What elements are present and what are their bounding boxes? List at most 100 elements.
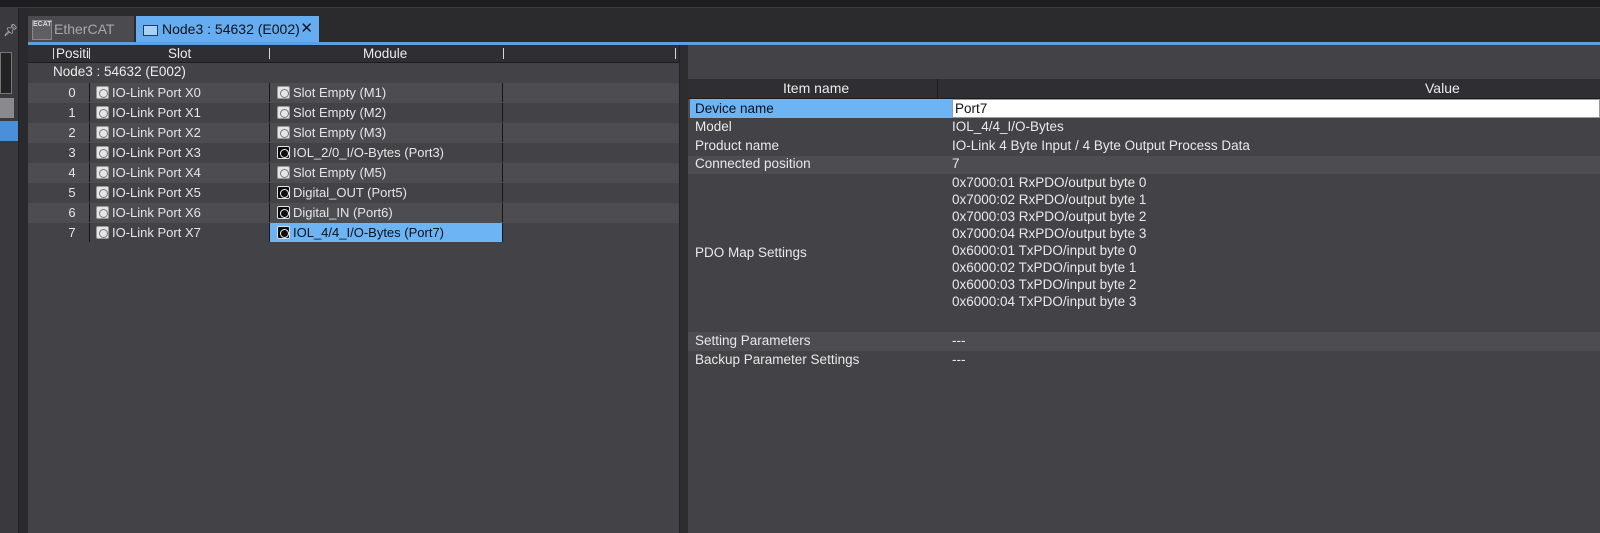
node-label[interactable]: Node3 : 54632 (E002) <box>53 64 186 79</box>
device-name-input[interactable] <box>952 99 1600 118</box>
column-header-slot[interactable]: Slot <box>168 46 191 61</box>
slot-name: IO-Link Port X0 <box>112 85 201 100</box>
side-toolbar: 📌︎ <box>0 8 19 533</box>
pdo-map-entry: 0x6000:04 TxPDO/input byte 3 <box>952 294 1137 309</box>
pdo-map-entry: 0x7000:02 RxPDO/output byte 1 <box>952 192 1147 207</box>
top-strip <box>0 0 1600 8</box>
side-panel-tab[interactable] <box>0 52 12 94</box>
module-cell[interactable]: Slot Empty (M1) <box>269 83 503 102</box>
slot-row[interactable]: 4 IO-Link Port X4 Slot Empty (M5) <box>28 163 679 183</box>
slot-name: IO-Link Port X2 <box>112 125 201 140</box>
tab-label: Node3 : 54632 (E002) <box>162 21 300 37</box>
module-cell[interactable]: Slot Empty (M5) <box>269 163 503 182</box>
property-value: 7 <box>952 156 960 171</box>
slot-position: 5 <box>68 185 76 200</box>
column-separator[interactable] <box>269 48 270 59</box>
module-name: Slot Empty (M1) <box>293 85 387 100</box>
slot-cell[interactable]: IO-Link Port X6 <box>89 203 269 222</box>
slot-row[interactable]: 5 IO-Link Port X5 Digital_OUT (Port5) <box>28 183 679 203</box>
property-value: IOL_4/4_I/O-Bytes <box>952 119 1064 134</box>
slot-name: IO-Link Port X3 <box>112 145 201 160</box>
property-row-backup-parameter-settings[interactable]: Backup Parameter Settings --- <box>688 351 1600 370</box>
property-name: Backup Parameter Settings <box>695 352 860 367</box>
empty-slot-icon <box>277 166 290 179</box>
empty-slot-icon <box>277 106 290 119</box>
module-name: Digital_IN (Port6) <box>293 205 393 220</box>
column-separator[interactable] <box>937 79 938 98</box>
slot-module-panel: Positi Slot Module Node3 : 54632 (E002) … <box>28 45 680 533</box>
slot-cell[interactable]: IO-Link Port X0 <box>89 83 269 102</box>
module-cell[interactable]: Digital_IN (Port6) <box>269 203 503 222</box>
module-cell[interactable]: Slot Empty (M3) <box>269 123 503 142</box>
property-row-setting-parameters[interactable]: Setting Parameters --- <box>688 332 1600 351</box>
slot-row[interactable]: 7 IO-Link Port X7 IOL_4/4_I/O-Bytes (Port7… <box>28 223 679 243</box>
module-cell[interactable]: Slot Empty (M2) <box>269 103 503 122</box>
property-value: --- <box>952 333 966 348</box>
slot-cell[interactable]: IO-Link Port X7 <box>89 223 269 242</box>
io-link-port-icon <box>96 86 109 99</box>
module-name: IOL_4/4_I/O-Bytes (Port7) <box>293 225 445 240</box>
slot-position: 3 <box>68 145 76 160</box>
slot-name: IO-Link Port X4 <box>112 165 201 180</box>
device-icon <box>277 186 290 199</box>
pdo-map-entry: 0x6000:03 TxPDO/input byte 2 <box>952 277 1137 292</box>
slot-name: IO-Link Port X5 <box>112 185 201 200</box>
pin-icon[interactable]: 📌︎ <box>3 23 18 37</box>
pdo-map-entry: 0x6000:01 TxPDO/input byte 0 <box>952 243 1137 258</box>
property-name: Device name <box>690 99 952 118</box>
property-row-pdo-map[interactable]: PDO Map Settings 0x7000:01 RxPDO/output … <box>688 174 1600 331</box>
tab-label: EtherCAT <box>54 21 115 37</box>
property-row-connected-position[interactable]: Connected position 7 <box>688 156 1600 174</box>
column-header-value[interactable]: Value <box>1425 80 1460 96</box>
column-separator[interactable] <box>53 48 54 59</box>
side-panel-tab-active[interactable] <box>0 121 18 141</box>
close-icon[interactable]: ✕ <box>300 19 313 37</box>
module-cell[interactable]: Digital_OUT (Port5) <box>269 183 503 202</box>
slot-position: 7 <box>68 225 76 240</box>
panel-splitter[interactable] <box>680 45 688 533</box>
slot-position: 1 <box>68 105 76 120</box>
slot-cell[interactable]: IO-Link Port X2 <box>89 123 269 142</box>
io-link-port-icon <box>96 206 109 219</box>
module-name: Slot Empty (M5) <box>293 165 387 180</box>
module-name: Digital_OUT (Port5) <box>293 185 407 200</box>
property-value: --- <box>952 352 966 367</box>
slot-row[interactable]: 3 IO-Link Port X3 IOL_2/0_I/O-Bytes (Port3… <box>28 143 679 163</box>
column-header-module[interactable]: Module <box>363 46 407 61</box>
column-separator[interactable] <box>89 48 90 59</box>
module-cell[interactable]: IOL_2/0_I/O-Bytes (Port3) <box>269 143 503 162</box>
slot-row[interactable]: 6 IO-Link Port X6 Digital_IN (Port6) <box>28 203 679 223</box>
ecat-icon: ECAT <box>32 20 52 40</box>
slot-cell[interactable]: IO-Link Port X1 <box>89 103 269 122</box>
property-row-device-name[interactable]: Device name <box>688 99 1600 118</box>
slot-cell[interactable]: IO-Link Port X4 <box>89 163 269 182</box>
slot-row[interactable]: 2 IO-Link Port X2 Slot Empty (M3) <box>28 123 679 143</box>
tab-ethercat[interactable]: ECAT EtherCAT <box>28 16 134 42</box>
slot-cell[interactable]: IO-Link Port X3 <box>89 143 269 162</box>
slot-position: 6 <box>68 205 76 220</box>
slot-row[interactable]: 1 IO-Link Port X1 Slot Empty (M2) <box>28 103 679 123</box>
module-cell[interactable]: IOL_4/4_I/O-Bytes (Port7) <box>269 223 503 242</box>
device-icon <box>277 146 290 159</box>
pdo-map-entry: 0x7000:04 RxPDO/output byte 3 <box>952 226 1147 241</box>
slot-table-header: Positi Slot Module <box>28 45 679 63</box>
property-row-model[interactable]: Model IOL_4/4_I/O-Bytes <box>688 118 1600 137</box>
column-header-position[interactable]: Positi <box>56 46 89 61</box>
column-separator[interactable] <box>503 48 504 59</box>
io-link-port-icon <box>96 126 109 139</box>
empty-slot-icon <box>277 86 290 99</box>
slot-row[interactable]: 0 IO-Link Port X0 Slot Empty (M1) <box>28 83 679 103</box>
column-header-item-name[interactable]: Item name <box>783 80 849 96</box>
property-name: Model <box>695 119 732 134</box>
slot-cell[interactable]: IO-Link Port X5 <box>89 183 269 202</box>
slot-position: 0 <box>68 85 76 100</box>
property-name: PDO Map Settings <box>695 245 807 260</box>
tab-node3[interactable]: Node3 : 54632 (E002) ✕ <box>136 16 319 42</box>
io-link-port-icon <box>96 186 109 199</box>
pdo-map-entry: 0x7000:01 RxPDO/output byte 0 <box>952 175 1147 190</box>
property-row-product-name[interactable]: Product name IO-Link 4 Byte Input / 4 By… <box>688 137 1600 156</box>
module-name: IOL_2/0_I/O-Bytes (Port3) <box>293 145 445 160</box>
device-icon <box>277 206 290 219</box>
side-panel-tab[interactable] <box>0 98 14 118</box>
column-separator[interactable] <box>675 48 676 59</box>
